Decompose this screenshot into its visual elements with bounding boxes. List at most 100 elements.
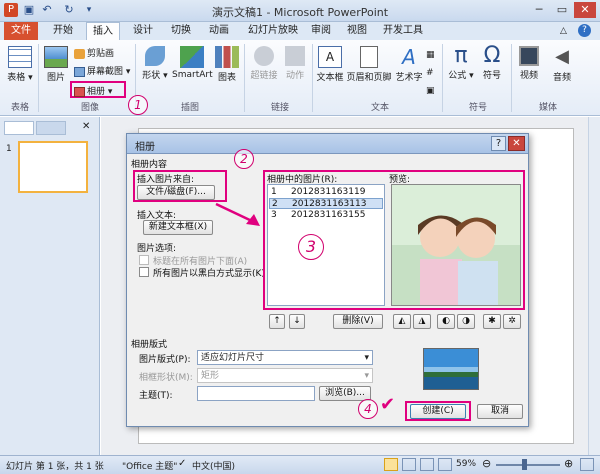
hyperlink-button[interactable]: 超链接	[248, 46, 280, 81]
dialog-close-button[interactable]: ✕	[508, 136, 525, 151]
reading-view-icon[interactable]	[420, 458, 434, 471]
insert-from-label: 插入图片来自:	[137, 175, 195, 185]
header-footer-button[interactable]: 页眉和页脚	[346, 46, 392, 83]
object-icon[interactable]: ▣	[426, 82, 435, 100]
date-time-icon[interactable]: ▦	[426, 46, 435, 64]
slide-thumbnail[interactable]	[18, 141, 88, 193]
zoom-level[interactable]: 59%	[456, 459, 476, 469]
vertical-scrollbar[interactable]	[588, 117, 600, 455]
textbox-button[interactable]: A 文本框	[315, 46, 345, 83]
action-button[interactable]: 动作	[282, 46, 308, 81]
minimize-button[interactable]: ─	[528, 2, 550, 18]
cancel-button[interactable]: 取消	[477, 404, 523, 419]
speaker-icon: ◀	[555, 46, 569, 67]
action-icon	[285, 46, 305, 66]
list-item[interactable]: 3 2012831163155	[269, 210, 383, 221]
audio-label: 音频	[552, 73, 571, 83]
zoom-slider-thumb[interactable]	[522, 459, 527, 470]
list-item-selected[interactable]: 2 2012831163113	[269, 198, 383, 209]
chart-label: 图表	[217, 73, 236, 83]
ribbon-tabs: 文件 开始 插入 设计 切换 动画 幻灯片放映 审阅 视图 开发工具 △ ?	[0, 22, 600, 40]
slide-number-icon[interactable]: #	[426, 64, 435, 82]
tab-animations[interactable]: 动画	[204, 22, 234, 40]
normal-view-icon[interactable]	[384, 458, 398, 471]
smartart-button[interactable]: SmartArt	[172, 46, 213, 80]
brightness-up-button[interactable]: ✱	[483, 314, 501, 329]
tab-home[interactable]: 开始	[48, 22, 78, 40]
header-footer-label: 页眉和页脚	[346, 73, 392, 83]
create-button[interactable]: 创建(C)	[410, 404, 466, 419]
minimize-ribbon-icon[interactable]: △	[560, 26, 567, 36]
tab-design[interactable]: 设计	[128, 22, 158, 40]
remove-button[interactable]: 删除(V)	[333, 314, 383, 329]
picture-layout-select[interactable]: 适应幻灯片尺寸 ▾	[197, 350, 373, 365]
rotate-left-button[interactable]: ◭	[393, 314, 411, 329]
fit-window-icon[interactable]	[580, 458, 594, 471]
move-up-button[interactable]: ↑	[269, 314, 285, 329]
frame-shape-select[interactable]: 矩形 ▾	[197, 368, 373, 383]
move-down-button[interactable]: ↓	[289, 314, 305, 329]
action-label: 动作	[285, 71, 304, 81]
clipart-label: 剪贴画	[87, 49, 115, 59]
slides-tab[interactable]	[4, 121, 34, 135]
new-textbox-button[interactable]: 新建文本框(X)	[143, 220, 213, 235]
outline-tab[interactable]	[36, 121, 66, 135]
audio-button[interactable]: ◀ 音频	[548, 46, 576, 83]
symbol-label: 符号	[482, 71, 501, 81]
zoom-slider[interactable]	[496, 464, 560, 466]
rotate-right-button[interactable]: ◮	[413, 314, 431, 329]
close-button[interactable]: ✕	[574, 2, 596, 18]
browse-button[interactable]: 浏览(B)...	[319, 386, 371, 401]
theme-input[interactable]	[197, 386, 315, 401]
tab-developer[interactable]: 开发工具	[378, 22, 428, 40]
checkmark-icon: ✔	[380, 394, 396, 415]
wordart-button[interactable]: A 艺术字	[394, 46, 424, 83]
close-pane-icon[interactable]: ✕	[82, 121, 90, 132]
picture-num: 2	[272, 199, 278, 209]
table-icon	[8, 46, 32, 68]
picture-button[interactable]: 图片	[43, 46, 69, 83]
contrast-up-button[interactable]: ◐	[437, 314, 455, 329]
group-links-label: 链接	[270, 103, 289, 113]
caption-below-checkbox[interactable]	[139, 255, 149, 265]
zoom-out-icon[interactable]: ⊖	[482, 457, 491, 470]
screenshot-button[interactable]: 屏幕截图 ▾	[74, 64, 130, 77]
tab-file[interactable]: 文件	[4, 22, 38, 40]
slide-sorter-icon[interactable]	[402, 458, 416, 471]
video-button[interactable]: 视频	[515, 46, 543, 81]
symbol-button[interactable]: Ω 符号	[478, 44, 506, 82]
zoom-in-icon[interactable]: ⊕	[564, 457, 573, 470]
equation-button[interactable]: π 公式 ▾	[447, 44, 475, 82]
maximize-button[interactable]: ▭	[551, 2, 573, 18]
contrast-down-button[interactable]: ◑	[457, 314, 475, 329]
help-icon[interactable]: ?	[578, 24, 591, 37]
table-button[interactable]: 表格 ▾	[6, 46, 34, 83]
annotation-arrow-icon	[215, 202, 260, 226]
pictures-list[interactable]: 1 2012831163119 2 2012831163113 3 201283…	[267, 184, 385, 306]
tab-review[interactable]: 审阅	[306, 22, 336, 40]
tab-transitions[interactable]: 切换	[166, 22, 196, 40]
group-symbols-label: 符号	[468, 103, 487, 113]
picture-name: 2012831163119	[291, 187, 366, 197]
shapes-button[interactable]: 形状 ▾	[140, 46, 170, 81]
chart-button[interactable]: 图表	[214, 46, 240, 83]
dialog-help-button[interactable]: ?	[491, 136, 506, 151]
clipart-button[interactable]: 剪贴画	[74, 46, 114, 59]
black-white-label: 所有图片以黑白方式显示(K)	[153, 269, 265, 279]
file-disk-button[interactable]: 文件/磁盘(F)...	[137, 185, 215, 200]
tab-insert[interactable]: 插入	[86, 22, 120, 40]
annotation-circle-2: 2	[234, 149, 254, 169]
list-item[interactable]: 1 2012831163119	[269, 187, 383, 198]
frame-shape-label: 相框形状(M):	[139, 373, 193, 383]
brightness-down-button[interactable]: ✲	[503, 314, 521, 329]
tab-view[interactable]: 视图	[342, 22, 372, 40]
black-white-checkbox[interactable]	[139, 267, 149, 277]
spellcheck-icon[interactable]: ✓	[178, 458, 186, 469]
slideshow-view-icon[interactable]	[438, 458, 452, 471]
tab-slideshow[interactable]: 幻灯片放映	[242, 22, 304, 40]
table-label: 表格	[7, 73, 26, 83]
album-button[interactable]: 相册 ▾	[70, 81, 126, 98]
picture-num: 1	[271, 187, 277, 197]
separator	[312, 44, 313, 112]
dialog-title-bar: 相册 ? ✕	[127, 134, 528, 154]
